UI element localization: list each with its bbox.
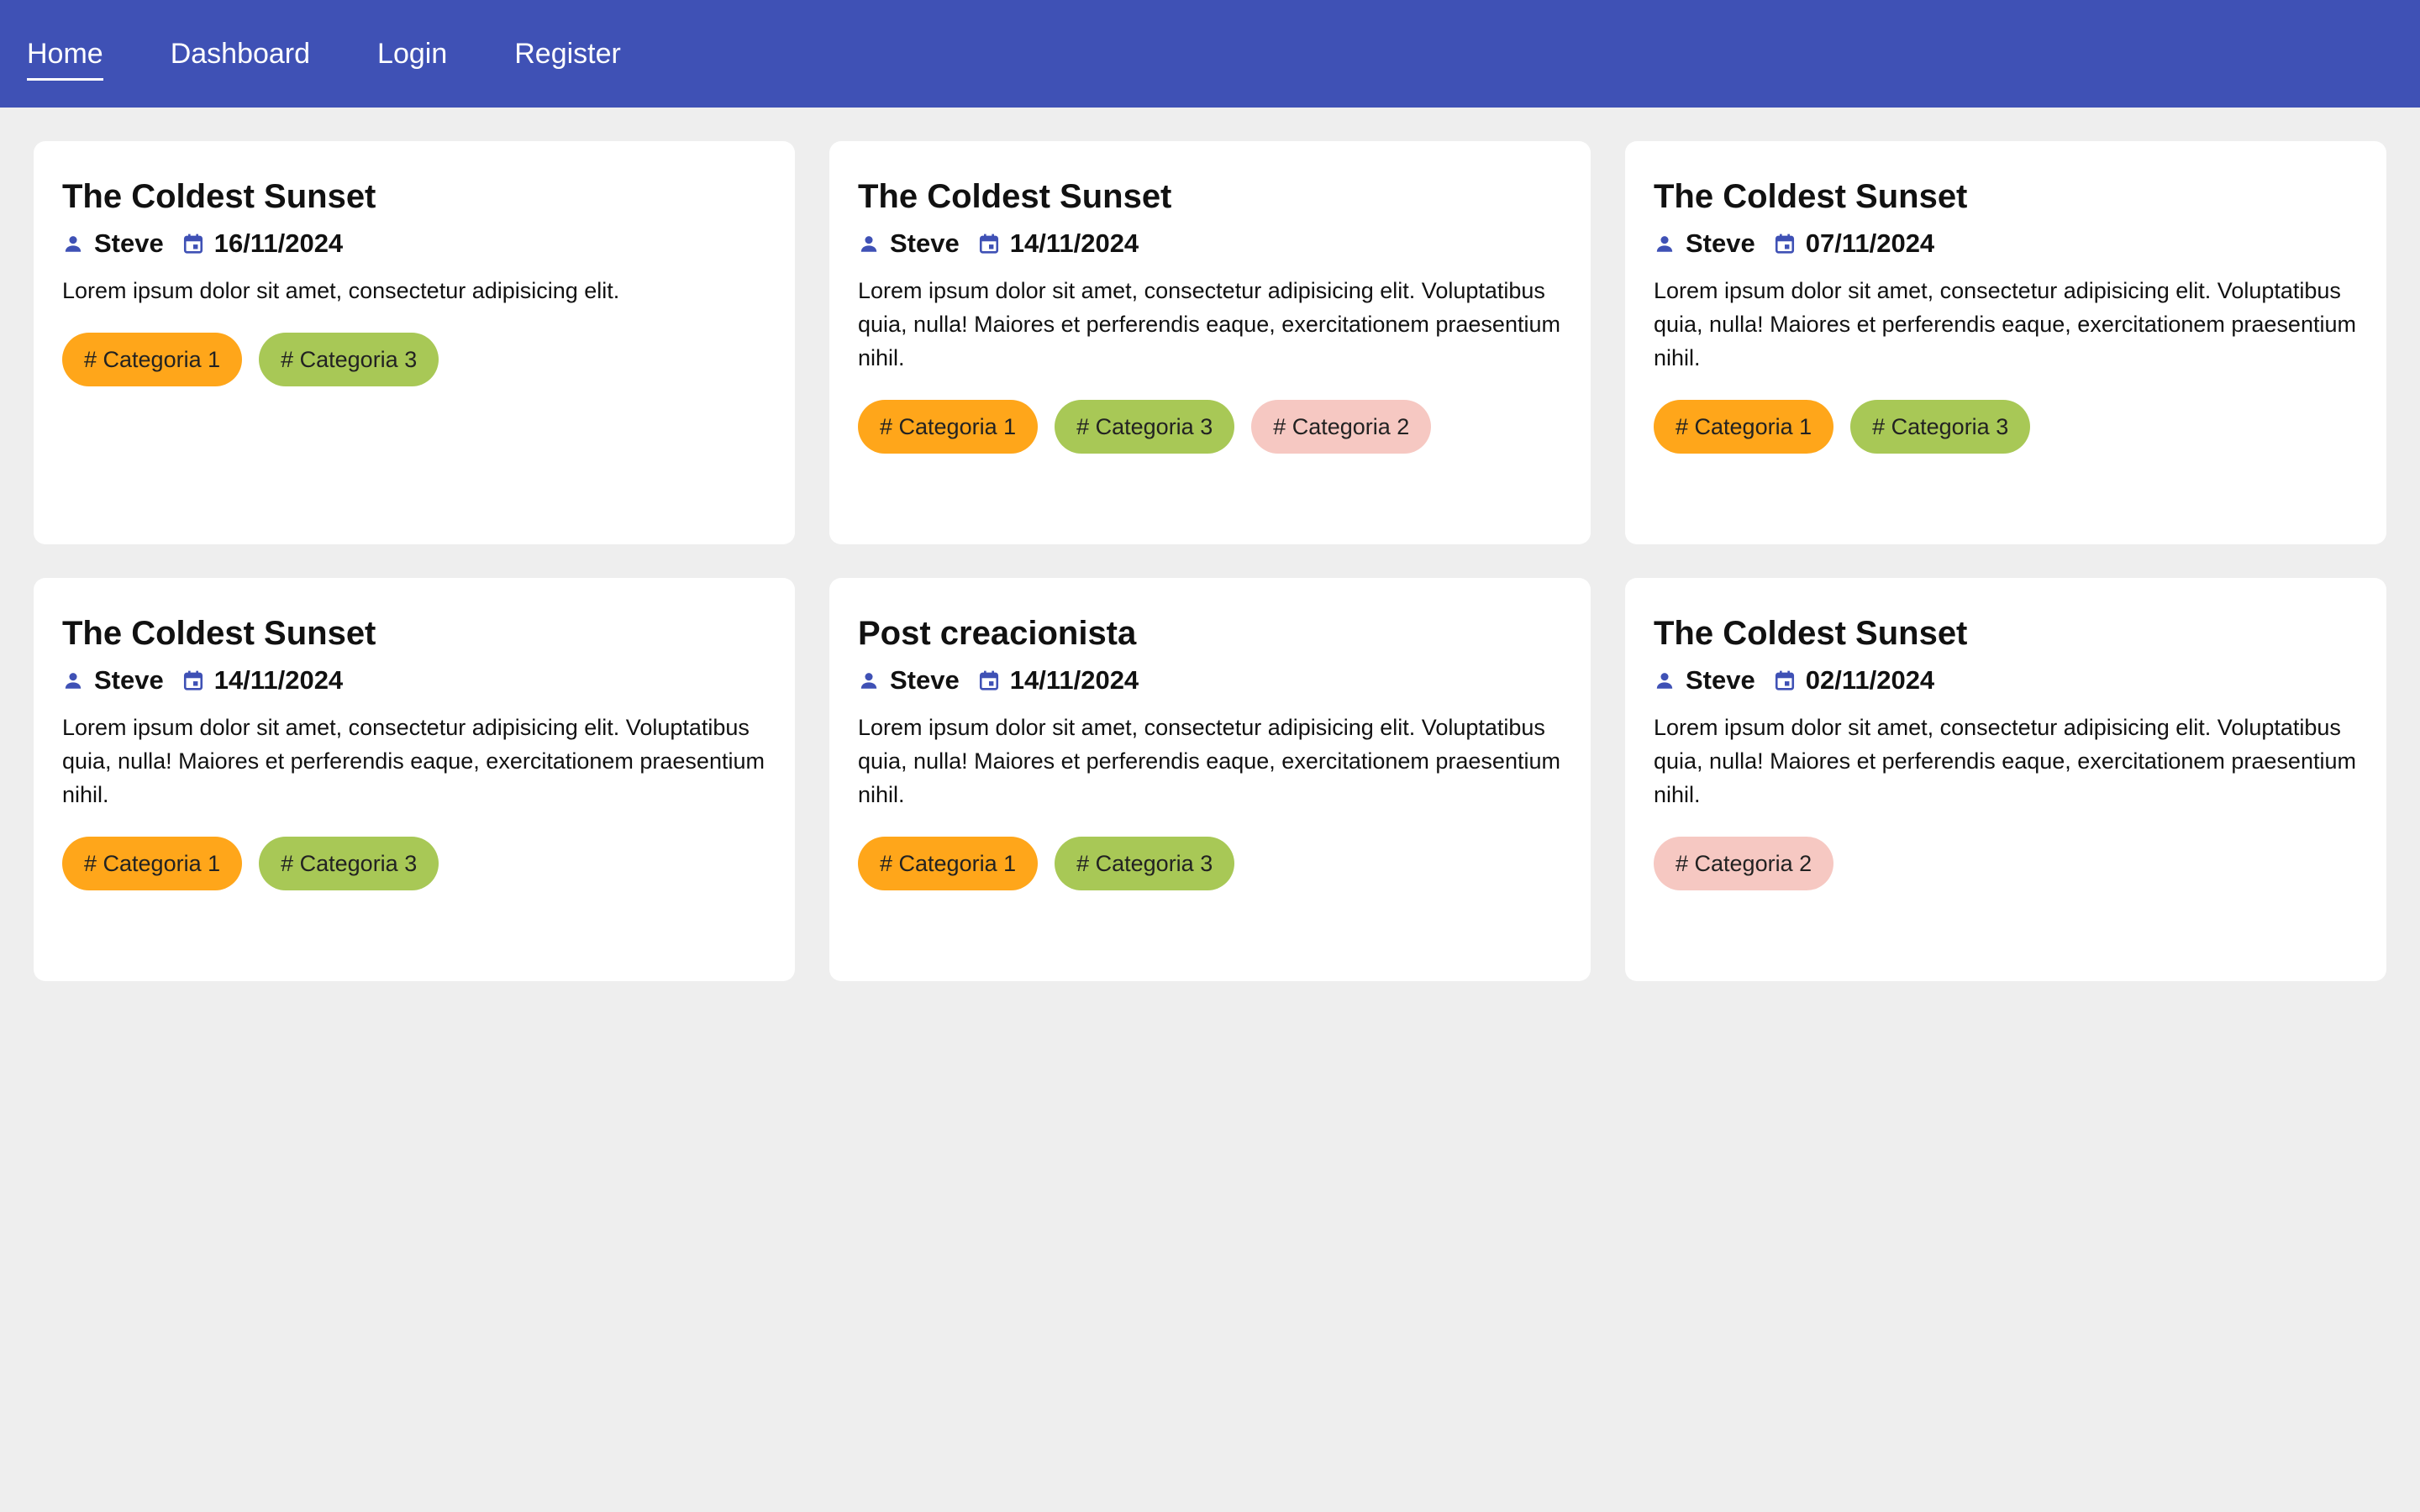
tag-chip[interactable]: # Categoria 1 [858, 837, 1039, 890]
post-card[interactable]: The Coldest Sunset Steve 14/11/2024 Lore… [829, 141, 1591, 544]
post-title[interactable]: The Coldest Sunset [1654, 613, 2358, 654]
post-author: Steve [890, 228, 960, 258]
post-title[interactable]: The Coldest Sunset [1654, 176, 2358, 217]
post-date: 07/11/2024 [1805, 228, 1935, 258]
tag-chip[interactable]: # Categoria 3 [1055, 400, 1235, 454]
post-excerpt: Lorem ipsum dolor sit amet, consectetur … [62, 278, 620, 303]
post-meta: Steve 14/11/2024 [62, 664, 766, 697]
post-author: Steve [890, 665, 960, 695]
person-icon [1656, 673, 1673, 689]
post-meta: Steve 16/11/2024 [62, 227, 766, 260]
tag-chip[interactable]: # Categoria 3 [259, 837, 439, 890]
post-card[interactable]: The Coldest Sunset Steve 07/11/2024 Lore… [1625, 141, 2386, 544]
post-title[interactable]: Post creacionista [858, 613, 1562, 654]
post-meta: Steve 02/11/2024 [1654, 664, 2358, 697]
post-date: 14/11/2024 [213, 665, 344, 695]
calendar-icon [183, 670, 203, 690]
post-author: Steve [94, 665, 164, 695]
post-date: 02/11/2024 [1805, 665, 1935, 695]
post-date: 14/11/2024 [1009, 665, 1139, 695]
calendar-icon [183, 234, 203, 254]
post-excerpt: Lorem ipsum dolor sit amet, consectetur … [1654, 278, 2356, 370]
nav-login[interactable]: Login [377, 0, 447, 108]
post-excerpt: Lorem ipsum dolor sit amet, consectetur … [1654, 715, 2356, 807]
post-meta: Steve 14/11/2024 [858, 664, 1562, 697]
post-author: Steve [94, 228, 164, 258]
nav-home[interactable]: Home [27, 0, 103, 108]
tag-chip[interactable]: # Categoria 1 [62, 333, 243, 386]
post-meta: Steve 14/11/2024 [858, 227, 1562, 260]
post-excerpt: Lorem ipsum dolor sit amet, consectetur … [62, 715, 765, 807]
person-icon [65, 673, 82, 689]
person-icon [65, 236, 82, 252]
post-tags: # Categoria 1 # Categoria 3 # Categoria … [858, 400, 1562, 454]
posts-grid: The Coldest Sunset Steve 16/11/2024 Lore… [34, 141, 2386, 981]
post-title[interactable]: The Coldest Sunset [858, 176, 1562, 217]
post-card[interactable]: The Coldest Sunset Steve 02/11/2024 Lore… [1625, 578, 2386, 981]
nav-dashboard[interactable]: Dashboard [171, 0, 310, 108]
calendar-icon [1775, 670, 1794, 690]
calendar-icon [979, 234, 998, 254]
post-title[interactable]: The Coldest Sunset [62, 176, 766, 217]
tag-chip[interactable]: # Categoria 3 [1850, 400, 2031, 454]
calendar-icon [979, 670, 998, 690]
post-author: Steve [1686, 228, 1755, 258]
post-tags: # Categoria 2 [1654, 837, 2358, 890]
post-date: 16/11/2024 [213, 228, 344, 258]
tag-chip[interactable]: # Categoria 1 [1654, 400, 1834, 454]
post-card[interactable]: The Coldest Sunset Steve 14/11/2024 Lore… [34, 578, 795, 981]
tag-chip[interactable]: # Categoria 3 [1055, 837, 1235, 890]
nav-register[interactable]: Register [514, 0, 621, 108]
tag-chip[interactable]: # Categoria 3 [259, 333, 439, 386]
post-excerpt: Lorem ipsum dolor sit amet, consectetur … [858, 278, 1560, 370]
post-tags: # Categoria 1 # Categoria 3 [1654, 400, 2358, 454]
tag-chip[interactable]: # Categoria 2 [1251, 400, 1432, 454]
post-tags: # Categoria 1 # Categoria 3 [62, 837, 766, 890]
post-title[interactable]: The Coldest Sunset [62, 613, 766, 654]
calendar-icon [1775, 234, 1794, 254]
post-card[interactable]: The Coldest Sunset Steve 16/11/2024 Lore… [34, 141, 795, 544]
post-tags: # Categoria 1 # Categoria 3 [858, 837, 1562, 890]
person-icon [860, 673, 877, 689]
post-tags: # Categoria 1 # Categoria 3 [62, 333, 766, 386]
post-meta: Steve 07/11/2024 [1654, 227, 2358, 260]
person-icon [860, 236, 877, 252]
tag-chip[interactable]: # Categoria 2 [1654, 837, 1834, 890]
post-excerpt: Lorem ipsum dolor sit amet, consectetur … [858, 715, 1560, 807]
person-icon [1656, 236, 1673, 252]
post-date: 14/11/2024 [1009, 228, 1139, 258]
tag-chip[interactable]: # Categoria 1 [62, 837, 243, 890]
post-card[interactable]: Post creacionista Steve 14/11/2024 Lorem… [829, 578, 1591, 981]
top-navbar: Home Dashboard Login Register [0, 0, 2420, 108]
tag-chip[interactable]: # Categoria 1 [858, 400, 1039, 454]
post-author: Steve [1686, 665, 1755, 695]
